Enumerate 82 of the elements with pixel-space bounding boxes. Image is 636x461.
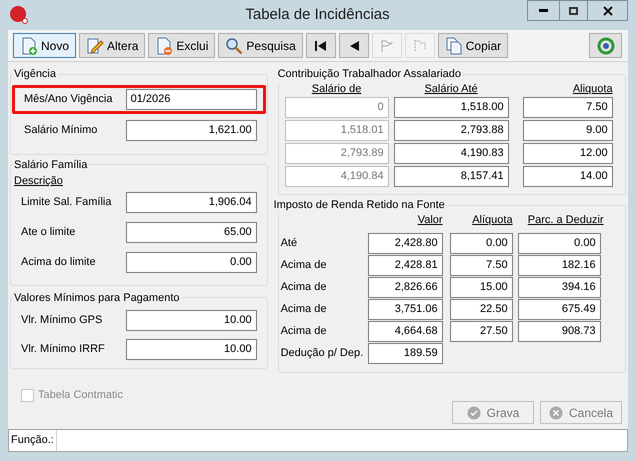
app-logo-icon: [9, 5, 29, 25]
row-label: Até: [280, 236, 298, 252]
input-field[interactable]: 22.50: [450, 299, 513, 320]
window-title: Tabela de Incidências: [245, 4, 390, 25]
minimize-button[interactable]: [527, 0, 560, 21]
toolbar-button[interactable]: [338, 33, 369, 58]
input-field[interactable]: 15.00: [450, 277, 513, 298]
input-field[interactable]: 394.16: [518, 277, 601, 298]
row-label: Dedução p/ Dep.: [280, 346, 364, 362]
input-field[interactable]: 0.00: [518, 233, 601, 254]
toolbar-button[interactable]: Altera: [79, 33, 146, 58]
row-label: Acima de: [280, 302, 328, 318]
input-field[interactable]: 1,518.00: [394, 97, 509, 118]
input-field[interactable]: 2,826.66: [368, 277, 443, 298]
toolbar-button[interactable]: Pesquisa: [218, 33, 303, 58]
field-label: Vlr. Mínimo IRRF: [21, 342, 105, 358]
field-label: Mês/Ano Vigência: [24, 92, 112, 107]
previous-record-icon: [348, 40, 359, 50]
input-field[interactable]: 01/2026: [126, 88, 257, 110]
toolbar-button[interactable]: Exclui: [148, 33, 216, 58]
input-field[interactable]: 908.73: [518, 321, 601, 342]
toolbar-button[interactable]: Novo: [13, 33, 76, 58]
refresh-button[interactable]: [589, 33, 622, 58]
column-header: Salário de: [310, 82, 362, 96]
column-header: Salário Até: [423, 82, 479, 96]
input-field[interactable]: 1,906.04: [126, 192, 257, 212]
column-header: Alíquota: [471, 212, 513, 228]
status-label: Função.:: [9, 430, 57, 451]
x-circle-icon: [548, 406, 563, 420]
input-field[interactable]: 189.59: [368, 343, 443, 364]
first-record-icon: [314, 40, 327, 50]
toolbar-button[interactable]: Copiar: [438, 33, 508, 58]
input-field[interactable]: 65.00: [126, 222, 257, 242]
input-field[interactable]: 2,793.88: [394, 120, 509, 141]
field-label: Limite Sal. Família: [21, 194, 112, 210]
pencil-document-icon: [86, 36, 104, 54]
group-title: Vigência: [13, 67, 57, 82]
input-field[interactable]: 2,428.81: [368, 255, 443, 276]
input-field[interactable]: 9.00: [522, 120, 613, 141]
group-title: Valores Mínimos para Pagamento: [13, 290, 180, 306]
search-icon: [225, 36, 244, 54]
group-title: Salário Família: [13, 158, 88, 172]
input-field[interactable]: 4,664.68: [368, 321, 443, 342]
new-document-icon: [20, 36, 38, 54]
input-field[interactable]: 7.50: [522, 97, 613, 118]
row-label: Acima de: [280, 258, 328, 274]
check-circle-icon: [466, 406, 481, 420]
column-header: Valor: [416, 212, 443, 228]
row-label: Acima de: [280, 280, 328, 296]
input-field[interactable]: 1,621.00: [126, 120, 257, 140]
row-label: Acima de: [280, 324, 328, 340]
copy-icon: [444, 36, 463, 54]
section-subtitle: Descrição: [14, 174, 63, 189]
input-field[interactable]: 10.00: [126, 339, 257, 360]
field-label: Salário Mínimo: [24, 122, 98, 138]
field-label: Acima do limite: [21, 254, 96, 270]
flag-icon: [380, 40, 393, 52]
maximize-button[interactable]: [560, 0, 587, 21]
input-field[interactable]: 12.00: [522, 143, 613, 164]
input-field[interactable]: 675.49: [518, 299, 601, 320]
field-label: Vlr. Mínimo GPS: [21, 313, 102, 328]
input-field[interactable]: 10.00: [126, 310, 257, 331]
group-title: Contribuição Trabalhador Assalariado: [276, 67, 462, 82]
input-field[interactable]: 8,157.41: [394, 166, 509, 187]
column-header: Aliquota: [572, 82, 613, 96]
dashed-flag-icon: [414, 40, 426, 52]
input-field[interactable]: 27.50: [450, 321, 513, 342]
input-field[interactable]: 2,428.80: [368, 233, 443, 254]
group-title: Imposto de Renda Retido na Fonte: [272, 198, 446, 213]
input-field[interactable]: 0.00: [450, 233, 513, 254]
input-field[interactable]: 4,190.83: [394, 143, 509, 164]
input-field[interactable]: 0.00: [126, 252, 257, 272]
column-header: Parc. a Deduzir: [526, 212, 604, 228]
toolbar-button[interactable]: [306, 33, 336, 58]
field-label: Ate o limite: [21, 224, 76, 240]
input-field[interactable]: 14.00: [522, 166, 613, 187]
input-field[interactable]: 182.16: [518, 255, 601, 276]
input-field[interactable]: 3,751.06: [368, 299, 443, 320]
delete-document-icon: [155, 36, 174, 54]
input-field[interactable]: 7.50: [450, 255, 513, 276]
close-icon: [602, 6, 612, 16]
close-button[interactable]: [587, 0, 628, 21]
